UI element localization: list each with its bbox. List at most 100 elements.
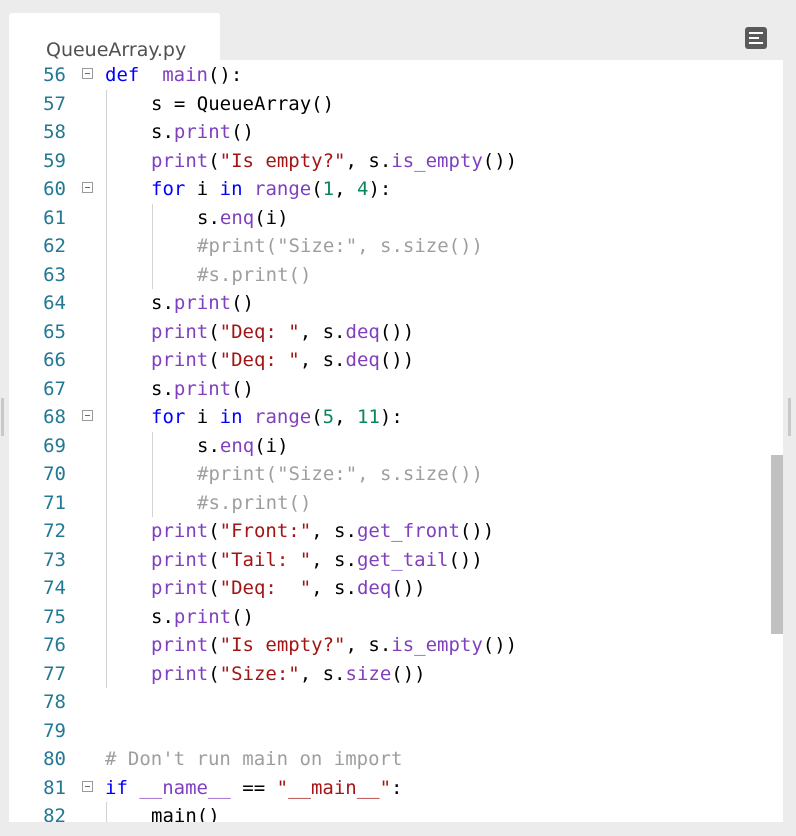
code-token: "Size:" [219, 662, 300, 685]
code-token: deq [345, 320, 380, 343]
code-line[interactable]: 71 #s.print() [9, 489, 759, 517]
line-number: 80 [43, 748, 66, 770]
code-line[interactable]: 69 s.enq(i) [9, 432, 759, 460]
code-text: print("Is empty?", s.is_empty()) [151, 631, 517, 659]
code-token: #print("Size:", s.size()) [197, 235, 483, 257]
code-line[interactable]: 57 s = QueueArray() [9, 90, 759, 118]
indent-guide [106, 232, 107, 261]
code-token: if [105, 776, 128, 799]
code-token: main [162, 64, 208, 86]
line-number: 78 [43, 691, 66, 713]
left-resize-handle[interactable] [1, 398, 4, 436]
indent-guide [106, 374, 107, 403]
code-line[interactable]: 61 s.enq(i) [9, 204, 759, 232]
code-token: (): [207, 64, 243, 86]
code-token: s = QueueArray() [151, 92, 335, 115]
code-text: print("Deq: ", s.deq()) [151, 318, 414, 346]
indent-guide [106, 460, 107, 489]
line-number: 73 [43, 548, 66, 571]
code-token: ( [208, 577, 220, 599]
code-token: print [151, 577, 209, 599]
code-token: ( [208, 662, 220, 685]
fold-toggle-icon[interactable] [82, 410, 93, 421]
code-token: s. [197, 434, 220, 457]
indent-guide [106, 574, 107, 603]
fold-toggle-icon[interactable] [82, 68, 93, 79]
code-token: 1 [322, 178, 335, 200]
code-editor[interactable]: 56 def main(): 57 s = QueueArray() 58 s.print… [9, 60, 783, 822]
code-line[interactable]: 59 print("Is empty?", s.is_empty()) [9, 147, 759, 175]
code-token: , s. [345, 149, 392, 172]
code-line[interactable]: 80 # Don't run main on import [9, 745, 759, 773]
code-line[interactable]: 74 print("Deq: ", s.deq()) [9, 574, 759, 602]
indent-guide [152, 260, 153, 289]
code-token: #print("Size:", s.size()) [197, 463, 483, 485]
code-token: , [334, 406, 357, 428]
code-token: ( [311, 178, 323, 200]
code-text: s = QueueArray() [151, 90, 334, 118]
code-token: ( [208, 520, 220, 542]
code-line[interactable]: 76 print("Is empty?", s.is_empty()) [9, 631, 759, 659]
code-line[interactable]: 65 print("Deq: ", s.deq()) [9, 318, 759, 346]
code-token: print [151, 520, 209, 542]
indent-guide [152, 431, 153, 460]
code-line[interactable]: 70 #print("Size:", s.size()) [9, 460, 759, 488]
line-number: 67 [43, 377, 66, 400]
code-line[interactable]: 56 def main(): [9, 61, 759, 89]
fold-toggle-icon[interactable] [82, 182, 93, 193]
code-token: () [231, 377, 254, 400]
indent-guide [106, 403, 107, 432]
code-line[interactable]: 81 if __name__ == "__main__": [9, 774, 759, 802]
code-token: ()) [379, 320, 415, 343]
vertical-scrollbar[interactable] [770, 60, 783, 822]
code-line[interactable]: 62 #print("Size:", s.size()) [9, 232, 759, 260]
code-token: s. [151, 377, 174, 400]
code-token: , s. [299, 320, 346, 343]
code-token: print [151, 548, 209, 571]
code-line[interactable]: 67 s.print() [9, 375, 759, 403]
code-line[interactable]: 82 main() [9, 802, 759, 822]
indent-guide [106, 118, 107, 147]
code-token: range [254, 178, 312, 200]
code-text: print("Deq: ", s.deq()) [151, 346, 414, 374]
code-token: ()) [482, 634, 518, 656]
code-line[interactable]: 58 s.print() [9, 118, 759, 146]
code-token: enq [219, 434, 255, 457]
code-token: "Front:" [219, 520, 312, 542]
code-text: #s.print() [197, 261, 311, 289]
code-line[interactable]: 79 [9, 717, 759, 745]
line-number: 56 [43, 64, 66, 86]
fold-toggle-icon[interactable] [82, 780, 93, 792]
code-line[interactable]: 66 print("Deq: ", s.deq()) [9, 346, 759, 374]
indent-guide [106, 203, 107, 232]
indent-guide [106, 602, 107, 631]
code-token: , [334, 178, 357, 200]
code-line[interactable]: 72 print("Front:", s.get_front()) [9, 517, 759, 545]
code-line[interactable]: 78 [9, 688, 759, 716]
code-token: print [151, 634, 209, 656]
code-line[interactable]: 63 #s.print() [9, 261, 759, 289]
code-line[interactable]: 77 print("Size:", s.size()) [9, 660, 759, 688]
file-tab[interactable]: QueueArray.py [9, 13, 220, 62]
code-text: print("Front:", s.get_front()) [151, 517, 494, 545]
code-token: ()) [482, 149, 518, 172]
code-token: ()) [459, 520, 495, 542]
code-text: def main(): [105, 61, 242, 89]
code-line[interactable]: 60 for i in range(1, 4): [9, 175, 759, 203]
code-token: , s. [311, 577, 357, 599]
scrollbar-thumb[interactable] [771, 455, 783, 634]
menu-lines-icon[interactable] [745, 27, 767, 49]
code-line[interactable]: 64 s.print() [9, 289, 759, 317]
line-number: 61 [43, 206, 66, 229]
right-resize-handle[interactable] [788, 398, 791, 436]
tab-bar: QueueArray.py [0, 0, 796, 62]
code-line[interactable]: 75 s.print() [9, 603, 759, 631]
code-token: , s. [345, 634, 392, 656]
line-number: 64 [43, 292, 66, 314]
code-text: s.print() [151, 118, 254, 146]
code-token: for [151, 178, 186, 200]
code-line[interactable]: 68 for i in range(5, 11): [9, 403, 759, 431]
indent-guide [106, 346, 107, 375]
code-line[interactable]: 73 print("Tail: ", s.get_tail()) [9, 546, 759, 574]
code-token: __name__ [139, 776, 231, 799]
